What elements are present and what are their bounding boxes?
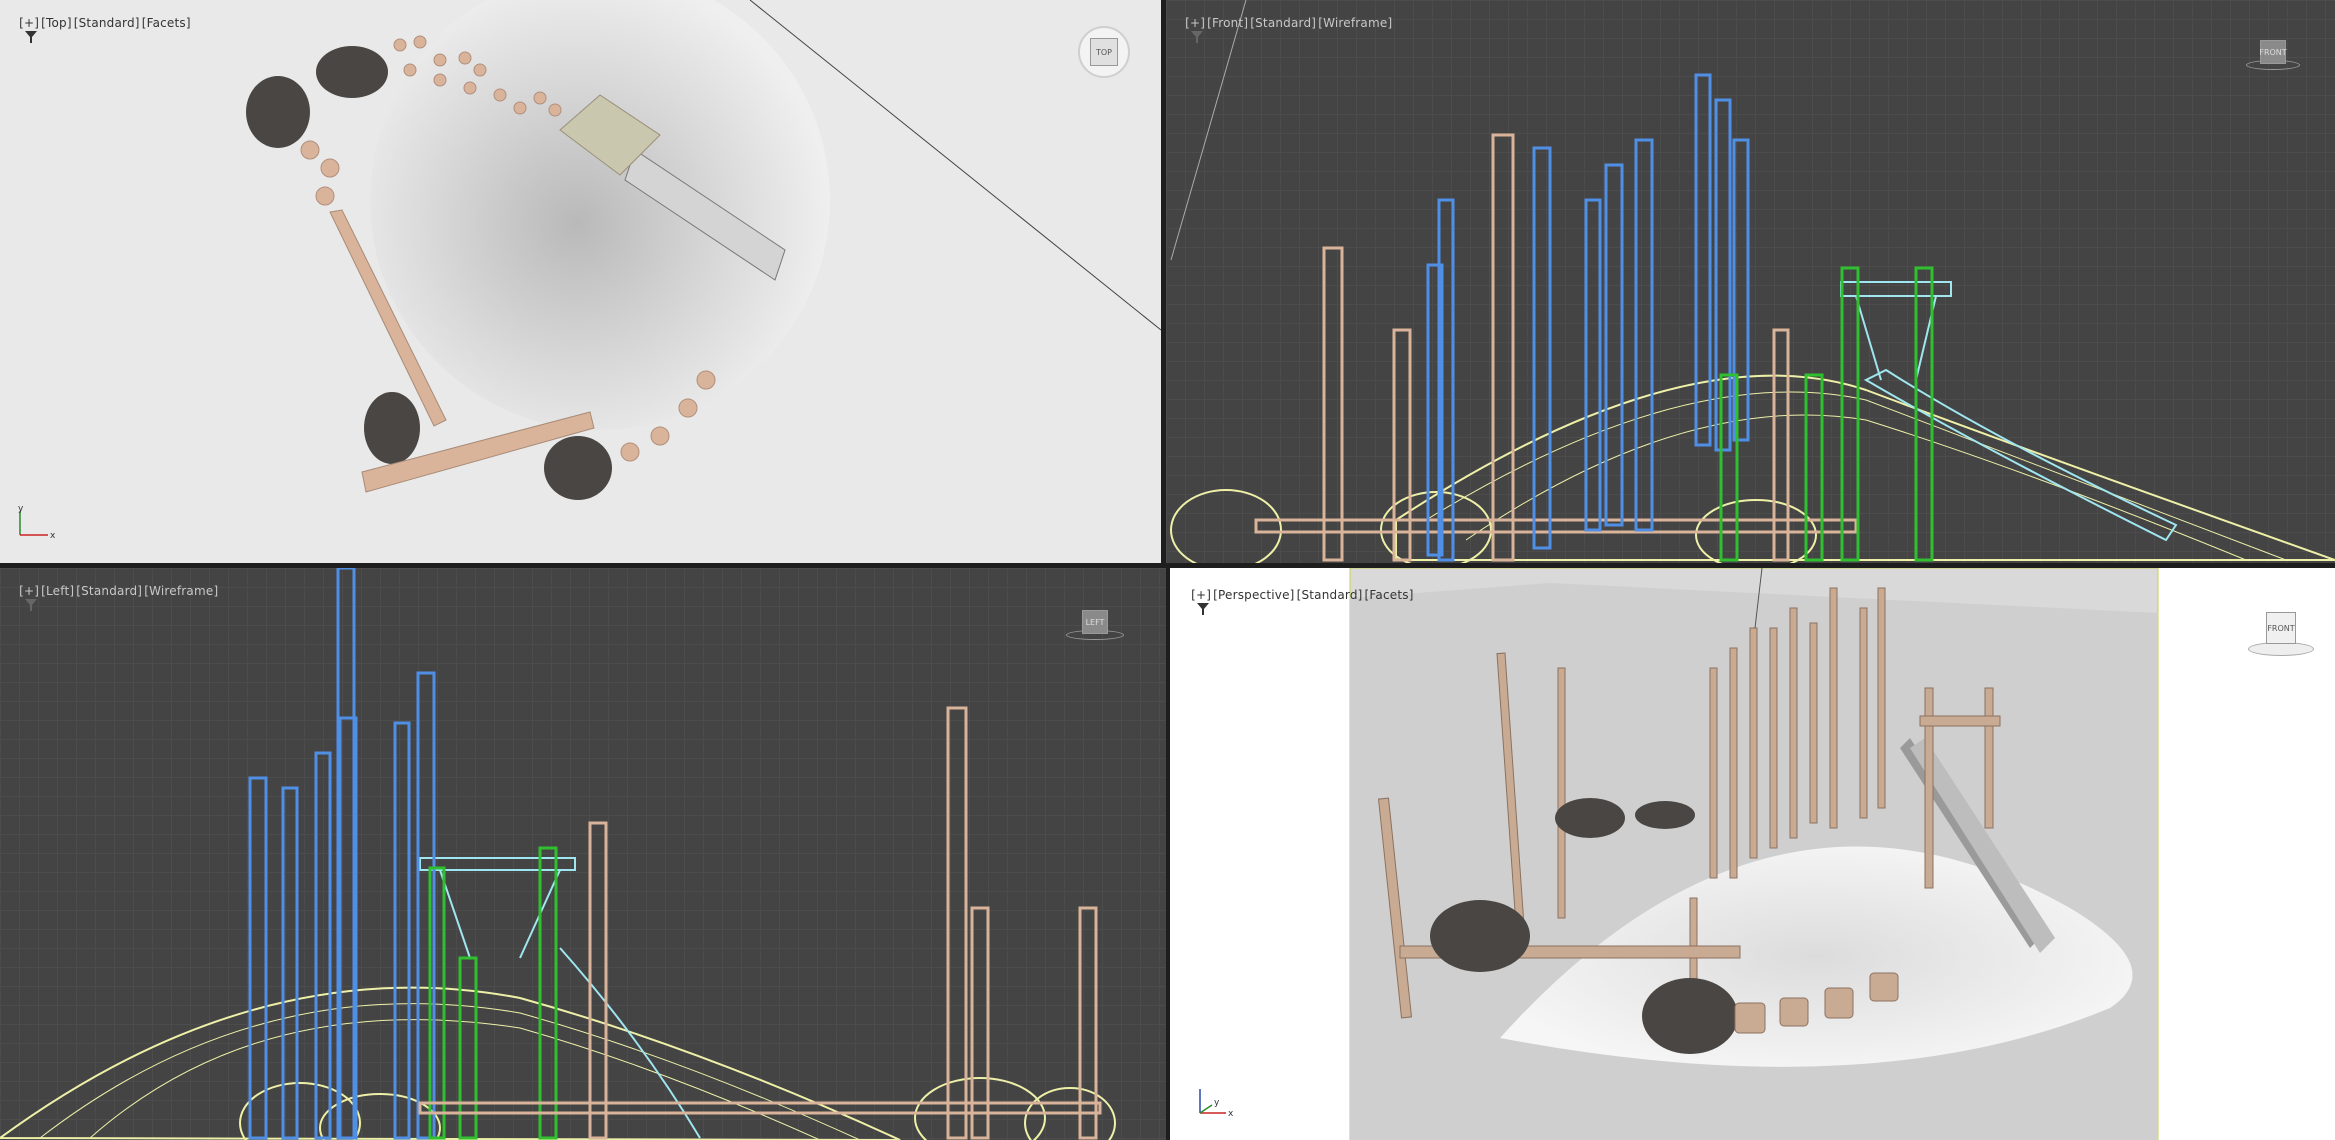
top-view-scene xyxy=(246,0,1161,500)
viewcube-front[interactable]: FRONT xyxy=(2246,36,2300,72)
viewport-menu[interactable]: [+] xyxy=(18,16,40,30)
view-type[interactable]: [Top] xyxy=(40,16,73,30)
shading-standard[interactable]: [Standard] xyxy=(1249,16,1317,30)
rock xyxy=(544,436,612,500)
left-view-scene xyxy=(0,568,1116,1140)
viewcube-face[interactable]: FRONT xyxy=(2259,40,2287,64)
viewport-label-left[interactable]: [+] [Left] [Standard] [Wireframe] xyxy=(2,570,219,627)
shading-standard[interactable]: [Standard] xyxy=(75,584,143,598)
filter-icon[interactable] xyxy=(24,30,38,44)
shading-mode[interactable]: [Facets] xyxy=(141,16,192,30)
rock xyxy=(316,46,388,98)
filter-icon[interactable] xyxy=(24,598,38,612)
viewport-label-front[interactable]: [+] [Front] [Standard] [Wireframe] xyxy=(1168,2,1393,59)
rock xyxy=(246,76,310,148)
filter-icon[interactable] xyxy=(1190,30,1204,44)
viewport-top[interactable]: [+] [Top] [Standard] [Facets] TOP y x xyxy=(0,0,1161,563)
perspective-scene xyxy=(1349,568,2159,1140)
viewport-front[interactable]: [+] [Front] [Standard] [Wireframe] FRONT xyxy=(1166,0,2335,563)
view-type[interactable]: [Front] xyxy=(1206,16,1249,30)
front-view-scene xyxy=(1170,0,2335,563)
view-type[interactable]: [Left] xyxy=(40,584,75,598)
viewcube-face[interactable]: TOP xyxy=(1090,38,1118,66)
viewcube-perspective[interactable]: FRONT xyxy=(2248,608,2314,658)
viewport-label-perspective[interactable]: [+] [Perspective] [Standard] [Facets] xyxy=(1174,574,1415,631)
axis-tripod-icon: y x xyxy=(1199,1089,1234,1119)
svg-text:x: x xyxy=(50,531,56,541)
viewport-menu[interactable]: [+] xyxy=(1190,588,1212,602)
shading-mode[interactable]: [Wireframe] xyxy=(1317,16,1393,30)
shading-standard[interactable]: [Standard] xyxy=(1296,588,1364,602)
shading-mode[interactable]: [Wireframe] xyxy=(143,584,219,598)
viewport-left[interactable]: [+] [Left] [Standard] [Wireframe] LEFT xyxy=(0,568,1166,1140)
shading-mode[interactable]: [Facets] xyxy=(1364,588,1415,602)
viewport-perspective[interactable]: [+] [Perspective] [Standard] [Facets] FRONT… xyxy=(1170,568,2335,1140)
viewport-menu[interactable]: [+] xyxy=(1184,16,1206,30)
viewcube-left[interactable]: LEFT xyxy=(1066,608,1124,644)
svg-text:y: y xyxy=(1214,1098,1220,1108)
shading-standard[interactable]: [Standard] xyxy=(73,16,141,30)
viewcube-top[interactable]: TOP xyxy=(1078,26,1130,78)
viewcube-face[interactable]: LEFT xyxy=(1082,610,1108,634)
viewcube-face[interactable]: FRONT xyxy=(2266,612,2296,644)
axis-tripod-icon: y x xyxy=(18,505,56,541)
filter-icon[interactable] xyxy=(1196,602,1210,616)
view-type[interactable]: [Perspective] xyxy=(1212,588,1295,602)
svg-text:x: x xyxy=(1228,1109,1234,1119)
viewport-label-top[interactable]: [+] [Top] [Standard] [Facets] xyxy=(2,2,192,59)
viewport-menu[interactable]: [+] xyxy=(18,584,40,598)
rock xyxy=(364,392,420,464)
svg-text:y: y xyxy=(18,505,24,514)
